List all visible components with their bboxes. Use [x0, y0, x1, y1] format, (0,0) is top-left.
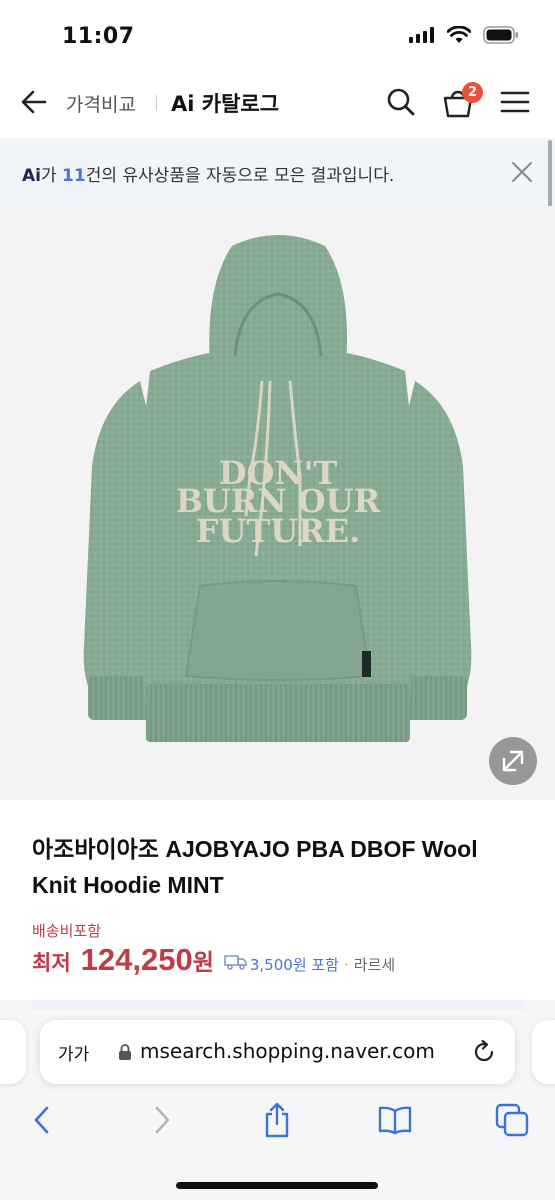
ai-info-banner: Ai가 11건의 유사상품을 자동으로 모은 결과입니다.: [0, 138, 555, 206]
browser-toolbar: [0, 1100, 555, 1144]
tabs-button[interactable]: [492, 1100, 532, 1140]
address-bar[interactable]: 가가 msearch.shopping.naver.com: [40, 1020, 515, 1084]
separator-dot: ·: [344, 956, 349, 974]
lock-icon: [119, 1044, 131, 1060]
seller-name[interactable]: 라르세: [354, 954, 395, 975]
forward-icon: [155, 1106, 170, 1134]
ai-banner-message: Ai가 11건의 유사상품을 자동으로 모은 결과입니다.: [22, 161, 394, 186]
search-icon[interactable]: [385, 86, 417, 118]
shipping-fee: 3,500원 포함: [249, 956, 339, 974]
hoodie-graphic-line-3: FUTURE.: [196, 512, 360, 550]
price-unit: 원: [192, 950, 214, 976]
url-text[interactable]: msearch.shopping.naver.com: [140, 1039, 435, 1063]
lowest-price-label: 최저: [32, 951, 71, 975]
text-size-button[interactable]: 가가: [58, 1040, 89, 1065]
ai-banner-text-after: 건의 유사상품을 자동으로 모은 결과입니다.: [85, 166, 395, 186]
close-icon[interactable]: [510, 160, 534, 184]
battery-icon: [483, 26, 518, 44]
status-bar: 11:07: [0, 0, 555, 68]
signal-icon: [409, 27, 434, 43]
app-header: 가격비교 Ai 카탈로그 2: [0, 68, 555, 138]
next-tab-peek[interactable]: [532, 1020, 555, 1084]
breadcrumb-price-compare[interactable]: 가격비교: [66, 90, 136, 117]
delivery-truck-icon: [224, 955, 247, 970]
reload-icon[interactable]: [470, 1038, 498, 1066]
status-icons: [409, 26, 519, 44]
tabs-icon: [495, 1103, 529, 1137]
product-name: 아조바이아조 AJOBYAJO PBA DBOF Wool Knit Hoodi…: [32, 836, 478, 898]
ai-logo: Ai: [22, 166, 41, 186]
price-row: 최저 124,250 원 3,500원 포함 · 라르세: [32, 942, 395, 982]
shipping-included-label: 배송비포함: [32, 922, 102, 940]
ai-banner-text-before: 가: [40, 166, 63, 186]
wifi-icon: [447, 26, 471, 43]
similar-count: 11: [62, 166, 86, 186]
browser-forward-button[interactable]: [142, 1100, 182, 1140]
menu-icon[interactable]: [500, 88, 530, 116]
lowest-price-value: 124,250: [80, 942, 193, 977]
page-title: Ai 카탈로그: [171, 92, 280, 116]
expand-icon: [502, 750, 524, 772]
status-time: 11:07: [62, 24, 135, 49]
cart-count-badge: 2: [462, 82, 483, 103]
browser-back-button[interactable]: [22, 1100, 62, 1140]
product-image[interactable]: DON'T BURN OUR FUTURE.: [0, 206, 555, 800]
back-icon: [34, 1106, 49, 1134]
home-indicator[interactable]: [176, 1182, 378, 1189]
hoodie-illustration: DON'T BURN OUR FUTURE.: [83, 235, 472, 742]
share-button[interactable]: [257, 1100, 297, 1140]
bookmarks-button[interactable]: [375, 1100, 415, 1140]
previous-tab-peek[interactable]: [0, 1020, 26, 1084]
breadcrumb-divider: [156, 95, 157, 111]
share-icon: [265, 1102, 289, 1138]
back-arrow-icon[interactable]: [18, 86, 50, 118]
expand-image-button[interactable]: [489, 737, 537, 785]
bookmarks-icon: [378, 1106, 412, 1135]
